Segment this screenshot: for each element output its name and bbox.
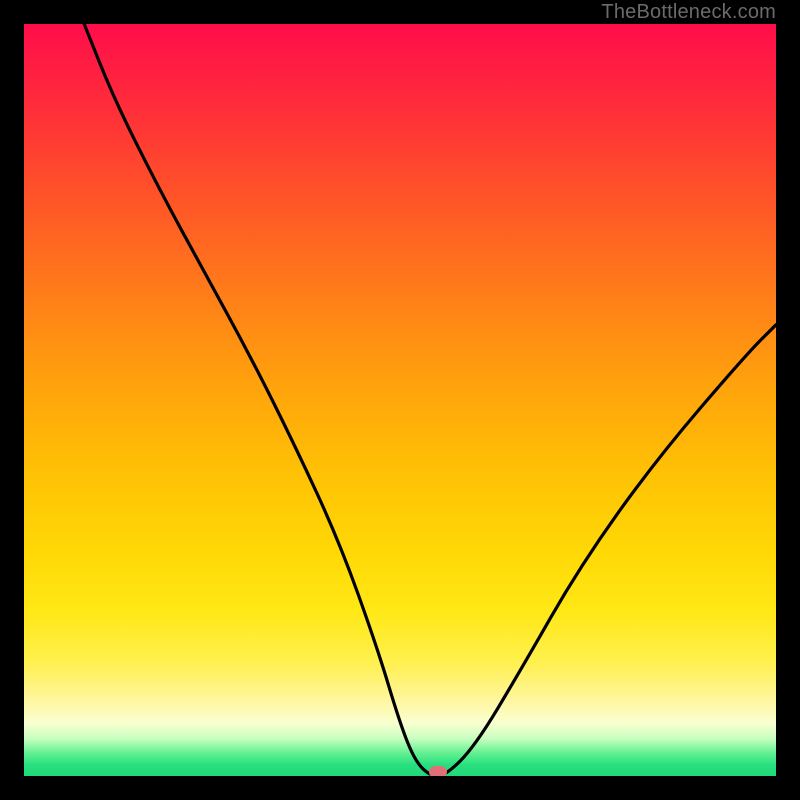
plot-area (24, 24, 776, 776)
watermark-text: TheBottleneck.com (601, 1, 776, 24)
bottleneck-curve (24, 24, 776, 776)
chart-frame: TheBottleneck.com (0, 0, 800, 800)
minimum-marker (429, 766, 447, 776)
curve-path (84, 24, 776, 776)
